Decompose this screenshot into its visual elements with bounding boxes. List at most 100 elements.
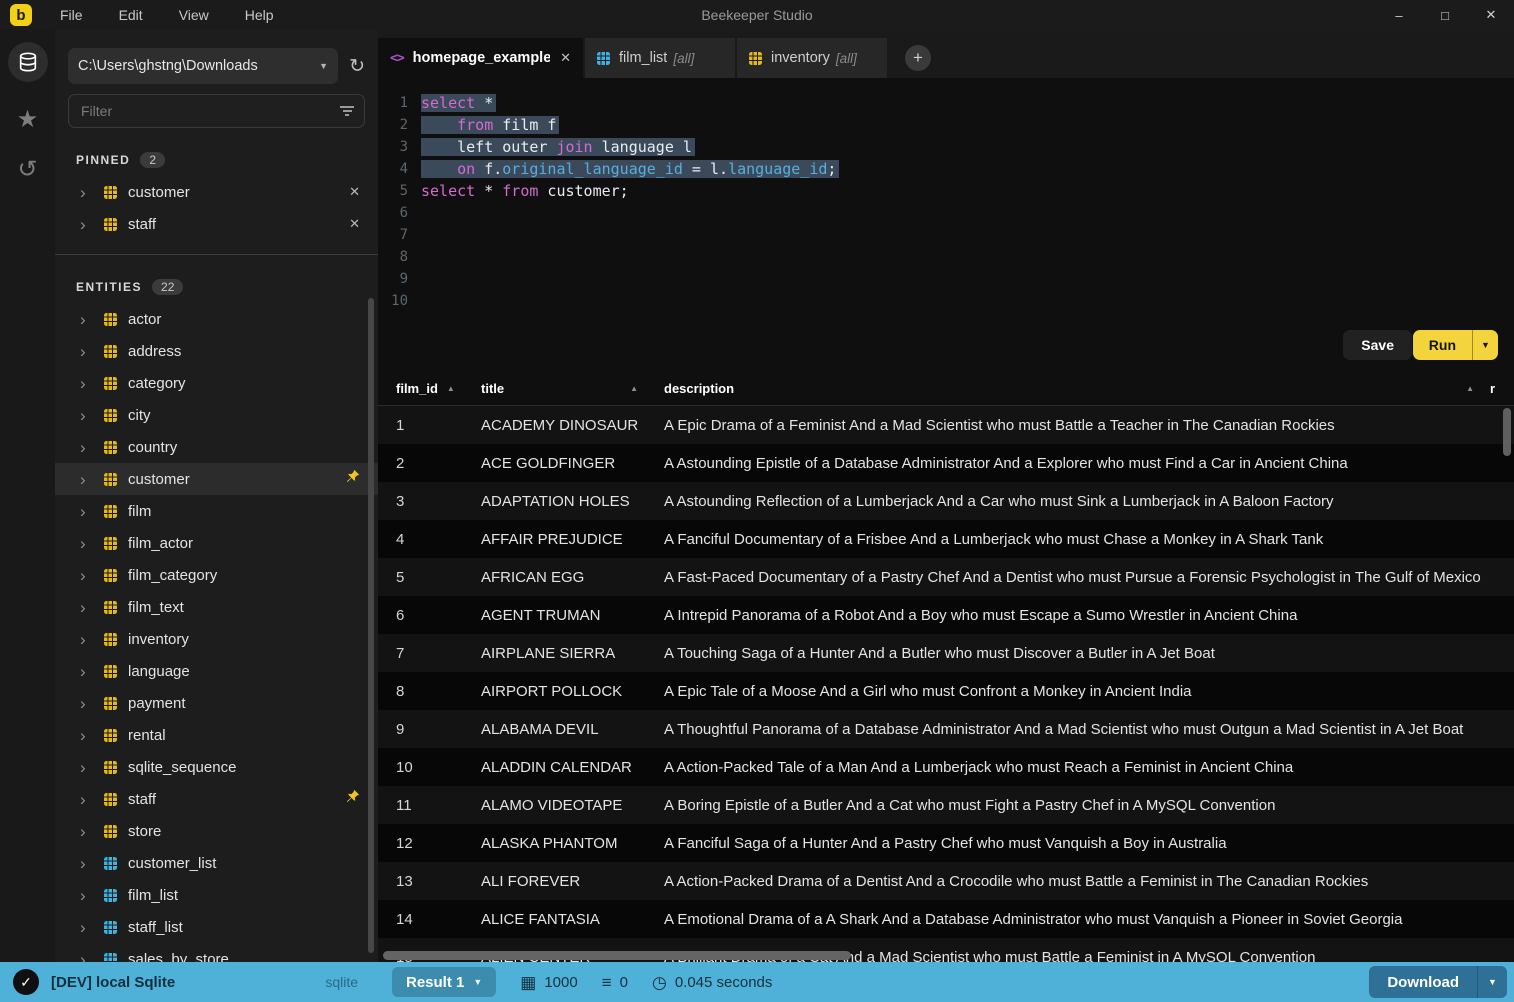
sidebar-item-staff[interactable]: › staff <box>55 783 378 815</box>
sidebar-item-city[interactable]: › city <box>55 399 378 431</box>
results-horizontal-scrollbar[interactable] <box>383 951 851 960</box>
tab-homepage_example[interactable]: <> homepage_example ✕ <box>378 38 583 78</box>
sidebar-item-language[interactable]: › language <box>55 655 378 687</box>
sidebar-item-sales_by_store[interactable]: › sales_by_store <box>55 943 378 962</box>
chevron-right-icon[interactable]: › <box>80 663 96 680</box>
chevron-right-icon[interactable]: › <box>80 407 96 424</box>
chevron-right-icon[interactable]: › <box>80 535 96 552</box>
history-icon[interactable]: ↺ <box>17 158 37 182</box>
chevron-right-icon[interactable]: › <box>80 759 96 776</box>
download-button[interactable]: Download ▼ <box>1369 966 1507 998</box>
connection-select[interactable]: C:\Users\ghstng\Downloads ▼ <box>68 48 339 84</box>
sidebar-item-inventory[interactable]: › inventory <box>55 623 378 655</box>
unpin-close-icon[interactable]: ✕ <box>349 184 360 200</box>
chevron-right-icon[interactable]: › <box>80 184 96 201</box>
chevron-right-icon[interactable]: › <box>80 216 96 233</box>
column-header-title[interactable]: title ▲ <box>481 381 664 396</box>
chevron-right-icon[interactable]: › <box>80 727 96 744</box>
table-row[interactable]: 8 AIRPORT POLLOCK A Epic Tale of a Moose A… <box>378 672 1514 710</box>
sidebar-item-film_list[interactable]: › film_list <box>55 879 378 911</box>
table-row[interactable]: 1 ACADEMY DINOSAUR A Epic Drama of a Femin… <box>378 406 1514 444</box>
close-tab-icon[interactable]: ✕ <box>550 50 571 66</box>
chevron-right-icon[interactable]: › <box>80 631 96 648</box>
chevron-right-icon[interactable]: › <box>80 887 96 904</box>
download-dropdown-icon[interactable]: ▼ <box>1477 966 1507 998</box>
code-line: 5 select * from customer; <box>378 180 1514 202</box>
table-row[interactable]: 10 ALADDIN CALENDAR A Action-Packed Tale o… <box>378 748 1514 786</box>
filter-input[interactable] <box>68 94 365 128</box>
cell-title: ALADDIN CALENDAR <box>481 758 632 776</box>
chevron-right-icon[interactable]: › <box>80 343 96 360</box>
sidebar-item-customer[interactable]: › customer ✕ <box>55 176 378 208</box>
chevron-right-icon[interactable]: › <box>80 375 96 392</box>
save-button[interactable]: Save <box>1343 330 1412 360</box>
table-row[interactable]: 7 AIRPLANE SIERRA A Touching Saga of a Hun… <box>378 634 1514 672</box>
close-icon[interactable]: ✕ <box>1468 0 1514 30</box>
table-row[interactable]: 3 ADAPTATION HOLES A Astounding Reflection… <box>378 482 1514 520</box>
chevron-right-icon[interactable]: › <box>80 599 96 616</box>
table-row[interactable]: 5 AFRICAN EGG A Fast-Paced Documentary of … <box>378 558 1514 596</box>
tab-inventory[interactable]: inventory [all] <box>737 38 887 78</box>
table-row[interactable]: 14 ALICE FANTASIA A Emotional Drama of a A… <box>378 900 1514 938</box>
table-row[interactable]: 12 ALASKA PHANTOM A Fanciful Saga of a Hun… <box>378 824 1514 862</box>
tab-film_list[interactable]: film_list [all] <box>585 38 735 78</box>
column-header-description[interactable]: description ▲ <box>664 381 1490 396</box>
sidebar-item-actor[interactable]: › actor <box>55 303 378 335</box>
chevron-right-icon[interactable]: › <box>80 439 96 456</box>
run-dropdown-icon[interactable]: ▼ <box>1472 330 1498 360</box>
refresh-icon[interactable]: ↻ <box>346 55 368 78</box>
sidebar-item-staff[interactable]: › staff ✕ <box>55 208 378 240</box>
column-header-partial[interactable]: r <box>1490 381 1514 396</box>
sidebar-item-store[interactable]: › store <box>55 815 378 847</box>
table-row[interactable]: 13 ALI FOREVER A Action-Packed Drama of a … <box>378 862 1514 900</box>
sidebar-item-payment[interactable]: › payment <box>55 687 378 719</box>
sidebar-item-rental[interactable]: › rental <box>55 719 378 751</box>
chevron-right-icon[interactable]: › <box>80 919 96 936</box>
unpin-close-icon[interactable]: ✕ <box>349 216 360 232</box>
results-vertical-scrollbar[interactable] <box>1503 408 1511 456</box>
sidebar-item-country[interactable]: › country <box>55 431 378 463</box>
sidebar-item-category[interactable]: › category <box>55 367 378 399</box>
pin-icon[interactable] <box>345 789 360 809</box>
pin-icon[interactable] <box>345 469 360 489</box>
chevron-right-icon[interactable]: › <box>80 567 96 584</box>
sidebar-item-customer[interactable]: › customer <box>55 463 378 495</box>
chevron-right-icon[interactable]: › <box>80 471 96 488</box>
menu-item-file[interactable]: File <box>60 7 83 23</box>
minimize-icon[interactable]: – <box>1376 0 1422 30</box>
chevron-right-icon[interactable]: › <box>80 311 96 328</box>
chevron-right-icon[interactable]: › <box>80 695 96 712</box>
favorites-star-icon[interactable]: ★ <box>17 108 39 132</box>
chevron-right-icon[interactable]: › <box>80 503 96 520</box>
sidebar-item-sqlite_sequence[interactable]: › sqlite_sequence <box>55 751 378 783</box>
menu-item-help[interactable]: Help <box>245 7 274 23</box>
table-row[interactable]: 6 AGENT TRUMAN A Intrepid Panorama of a Ro… <box>378 596 1514 634</box>
table-row[interactable]: 11 ALAMO VIDEOTAPE A Boring Epistle of a B… <box>378 786 1514 824</box>
table-row[interactable]: 9 ALABAMA DEVIL A Thoughtful Panorama of a… <box>378 710 1514 748</box>
sidebar-item-address[interactable]: › address <box>55 335 378 367</box>
sidebar-item-film_actor[interactable]: › film_actor <box>55 527 378 559</box>
menu-item-edit[interactable]: Edit <box>119 7 143 23</box>
sql-editor[interactable]: 1 select * 2 from film f3 left outer join … <box>378 78 1514 372</box>
cell-title: ADAPTATION HOLES <box>481 492 630 510</box>
chevron-right-icon[interactable]: › <box>80 855 96 872</box>
sidebar-item-film_text[interactable]: › film_text <box>55 591 378 623</box>
sidebar-item-staff_list[interactable]: › staff_list <box>55 911 378 943</box>
table-row[interactable]: 2 ACE GOLDFINGER A Astounding Epistle of a… <box>378 444 1514 482</box>
table-row[interactable]: 4 AFFAIR PREJUDICE A Fanciful Documentary … <box>378 520 1514 558</box>
column-header-film-id[interactable]: film_id ▲ <box>396 381 481 396</box>
sidebar-item-film[interactable]: › film <box>55 495 378 527</box>
sidebar-scrollbar[interactable] <box>368 298 374 953</box>
sidebar-item-film_category[interactable]: › film_category <box>55 559 378 591</box>
database-icon[interactable] <box>7 42 48 82</box>
chevron-right-icon[interactable]: › <box>80 791 96 808</box>
chevron-right-icon[interactable]: › <box>80 823 96 840</box>
result-selector[interactable]: Result 1 ▼ <box>392 967 497 997</box>
sidebar-item-customer_list[interactable]: › customer_list <box>55 847 378 879</box>
cell-description: A Action-Packed Drama of a Dentist And a… <box>664 872 1369 890</box>
run-button[interactable]: Run ▼ <box>1412 330 1498 360</box>
menu-item-view[interactable]: View <box>179 7 209 23</box>
chevron-right-icon[interactable]: › <box>80 951 96 963</box>
new-tab-button[interactable]: + <box>905 45 931 71</box>
maximize-icon[interactable]: □ <box>1422 0 1468 30</box>
